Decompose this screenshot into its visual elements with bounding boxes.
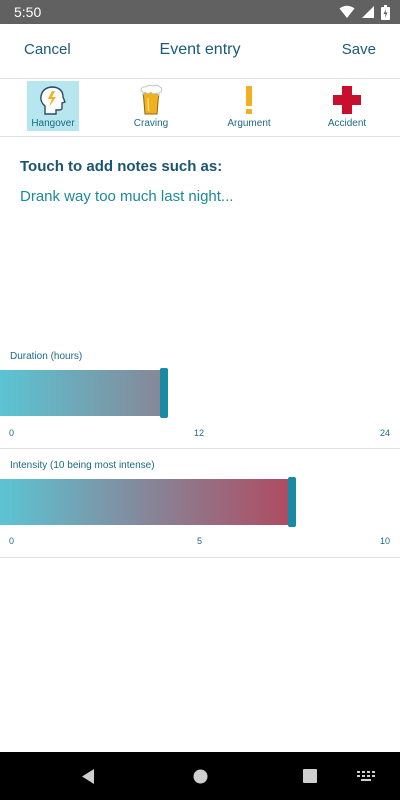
navigation-bar [0,752,400,800]
event-type-label: Hangover [31,118,75,129]
back-icon[interactable] [80,768,96,785]
intensity-slider-block: Intensity (10 being most intense) 0 5 10 [0,459,400,557]
status-bar: 5:50 [0,0,400,24]
page-title: Event entry [159,41,241,58]
recents-icon[interactable] [303,769,317,783]
home-icon[interactable] [193,769,208,784]
intensity-slider[interactable] [0,477,400,527]
notes-input[interactable]: Drank way too much last night... [20,188,380,205]
duration-tick-min: 0 [9,428,15,438]
event-type-label: Craving [133,118,169,129]
duration-tick-max: 24 [379,428,390,438]
status-icons [339,3,390,21]
save-button[interactable]: Save [342,41,376,58]
selector-divider [0,136,400,137]
app-bar: Cancel Event entry Save [0,24,400,78]
red-cross-icon [333,86,361,114]
duration-slider-block: Duration (hours) 0 12 24 [0,350,400,448]
event-type-selector: Hangover Craving Argument Accident [0,79,400,135]
duration-tick-mid: 12 [194,428,205,438]
duration-divider [0,448,400,449]
wifi-icon [339,5,355,18]
intensity-fill [0,479,292,525]
beer-glass-icon [140,84,163,115]
event-type-label: Accident [327,118,367,129]
duration-label: Duration (hours) [10,351,83,362]
event-type-accident[interactable]: Accident [321,81,373,131]
duration-handle[interactable] [160,368,168,418]
intensity-label: Intensity (10 being most intense) [10,460,155,471]
intensity-tick-min: 0 [9,536,15,546]
event-type-argument[interactable]: Argument [223,81,275,131]
intensity-tick-mid: 5 [197,536,203,546]
exclamation-icon [246,86,252,114]
keyboard-icon[interactable] [357,771,375,782]
signal-icon [362,6,374,18]
head-lightning-icon [40,86,66,115]
battery-icon [381,4,390,20]
intensity-divider [0,557,400,558]
event-type-craving[interactable]: Craving [125,81,177,131]
intensity-tick-max: 10 [379,536,390,546]
notes-heading: Touch to add notes such as: [20,158,223,175]
event-type-label: Argument [227,118,271,129]
duration-slider[interactable] [0,368,400,418]
status-time: 5:50 [14,4,42,20]
intensity-handle[interactable] [288,477,296,527]
duration-fill [0,370,164,416]
event-type-hangover[interactable]: Hangover [27,81,79,131]
